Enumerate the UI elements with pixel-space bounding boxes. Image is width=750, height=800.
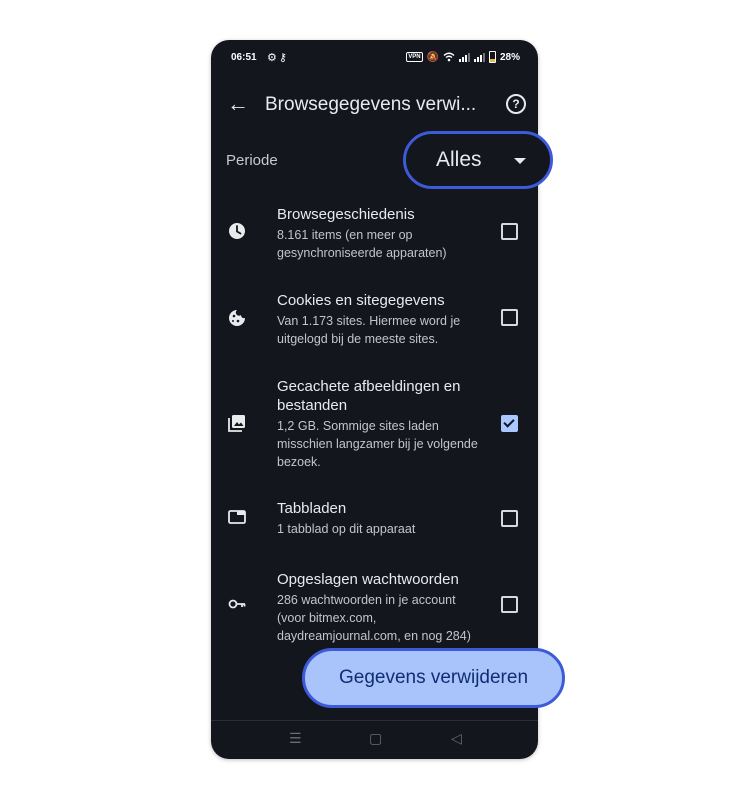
mute-icon: 🔕 (426, 51, 439, 63)
signal-1-icon (458, 52, 470, 62)
back-icon[interactable]: ◁ (451, 730, 462, 747)
periode-value: Alles (436, 148, 482, 171)
home-icon[interactable]: ▢ (369, 730, 382, 747)
status-time: 06:51 (231, 52, 257, 63)
battery-icon (488, 51, 496, 63)
list-item-text: Browsegeschiedenis 8.161 items (en meer … (277, 205, 482, 262)
cookie-icon (229, 310, 245, 326)
item-title: Opgeslagen wachtwoorden (277, 571, 459, 588)
battery-percent: 28% (499, 51, 520, 63)
list-item-text: Opgeslagen wachtwoorden 286 wachtwoorden… (277, 570, 482, 645)
item-subtitle: 1 tabblad op dit apparaat (277, 522, 416, 536)
status-right-icons: VPN 🔕 28% (406, 51, 520, 63)
menu-icon[interactable]: ☰ (289, 730, 302, 747)
item-title: Gecachete afbeeldingen en bestanden (277, 378, 461, 414)
key-status-icon: ⚷ (278, 52, 289, 64)
item-title: Tabbladen (277, 500, 347, 517)
checkbox-cached-images[interactable] (501, 415, 518, 432)
tab-icon (228, 510, 246, 524)
signal-2-icon (473, 52, 485, 62)
caret-down-icon (514, 158, 526, 164)
image-icon (228, 415, 245, 432)
list-item-text: Gecachete afbeeldingen en bestanden 1,2 … (277, 377, 482, 471)
wifi-icon (443, 52, 455, 62)
item-subtitle: 286 wachtwoorden in je account (voor bit… (277, 593, 471, 643)
page-title: Browsegegevens verwi... (265, 94, 477, 115)
settings-icon: ⚙ (267, 52, 279, 64)
item-title: Cookies en sitegegevens (277, 292, 445, 309)
system-nav-bar: ☰ ▢ ◁ (211, 720, 538, 759)
checkbox-passwords[interactable] (501, 596, 518, 613)
list-item-text: Tabbladen 1 tabblad op dit apparaat (277, 499, 482, 538)
back-arrow-icon[interactable]: ← (227, 92, 249, 116)
item-title: Browsegeschiedenis (277, 206, 415, 223)
status-bar: 06:51 ⚙⚷ VPN 🔕 28% (211, 40, 538, 76)
item-subtitle: 8.161 items (en meer op gesynchroniseerd… (277, 228, 447, 260)
list-item-text: Cookies en sitegegevens Van 1.173 sites.… (277, 291, 482, 348)
help-icon[interactable]: ? (506, 94, 526, 114)
item-subtitle: Van 1.173 sites. Hiermee word je uitgelo… (277, 314, 461, 346)
delete-data-button[interactable]: Gegevens verwijderen (302, 648, 565, 708)
item-subtitle: 1,2 GB. Sommige sites laden misschien la… (277, 419, 478, 469)
checkbox-cookies[interactable] (501, 309, 518, 326)
vpn-icon: VPN (406, 52, 423, 62)
app-bar: ← Browsegegevens verwi... ? (211, 86, 538, 126)
periode-label: Periode (226, 152, 278, 169)
status-left-icons: ⚙⚷ (267, 51, 289, 64)
checkbox-tabbladen[interactable] (501, 510, 518, 527)
key-icon (228, 599, 246, 609)
periode-dropdown[interactable]: Alles (403, 131, 553, 189)
clock-icon (229, 223, 245, 239)
checkbox-browsegeschiedenis[interactable] (501, 223, 518, 240)
